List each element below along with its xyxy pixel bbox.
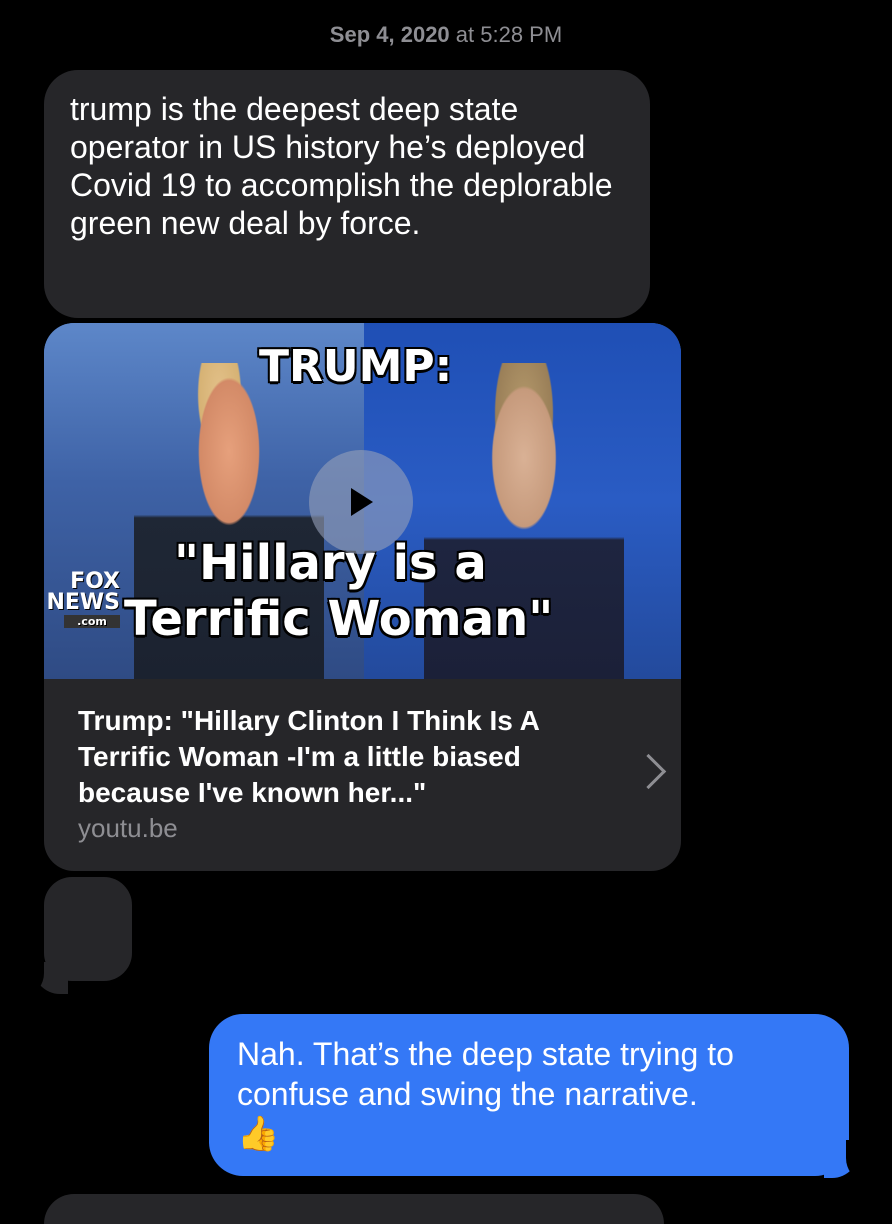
timestamp-date: Sep 4, 2020 [329,22,450,47]
timestamp-time: 5:28 PM [480,22,563,47]
message-timestamp: Sep 4, 2020 at 5:28 PM [0,22,892,48]
next-incoming-bubble-edge [44,1194,664,1224]
incoming-bubble-tail-mask [14,955,44,995]
incoming-message-text: trump is the deepest deep state operator… [70,91,613,241]
chevron-right-icon[interactable] [630,753,667,790]
fox-news-logo: FOX NEWS .com [44,571,122,641]
thumbnail-title-text: TRUMP: [259,341,453,392]
outgoing-bubble-tail-mask [846,1140,876,1180]
incoming-message-bubble[interactable]: trump is the deepest deep state operator… [44,70,650,318]
thumbs-up-emoji: 👍 [237,1114,280,1154]
thumbnail-quote-line-2: Terrific Woman" [124,591,554,647]
link-preview-title: Trump: "Hillary Clinton I Think Is A Ter… [78,705,539,808]
play-icon [351,488,373,516]
logo-line-3: .com [64,615,120,628]
outgoing-message-text: Nah. That’s the deep state trying to con… [237,1036,734,1112]
logo-line-2: NEWS [46,590,120,615]
link-preview-card[interactable]: TRUMP: "Hillary is a Terrific Woman" FOX… [44,323,681,871]
link-preview-domain: youtu.be [78,813,178,843]
timestamp-separator: at [449,22,481,47]
play-button[interactable] [309,450,413,554]
outgoing-message-bubble[interactable]: Nah. That’s the deep state trying to con… [209,1014,849,1176]
video-thumbnail[interactable]: TRUMP: "Hillary is a Terrific Woman" FOX… [44,323,681,679]
